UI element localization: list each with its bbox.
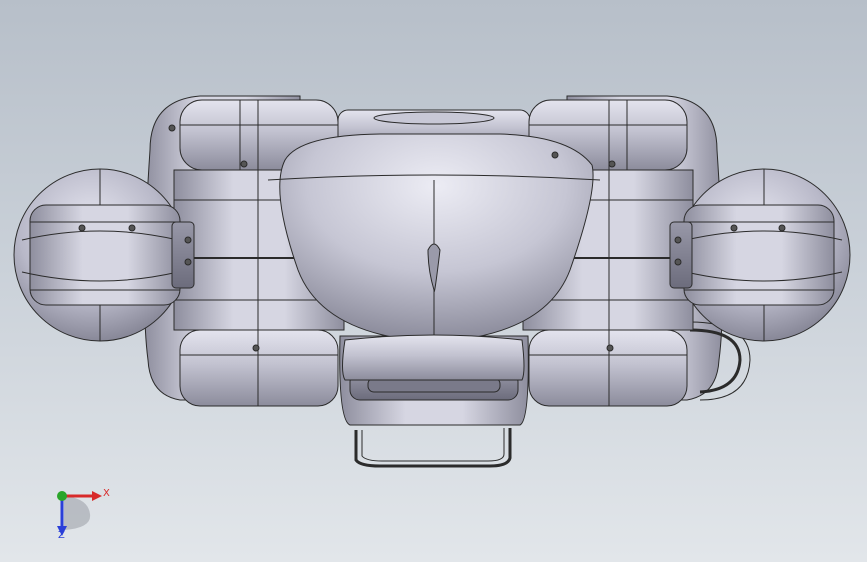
coordinate-triad: X Z (48, 484, 118, 550)
3d-model-robot[interactable] (0, 0, 867, 562)
graphics-viewport[interactable]: X Z (0, 0, 867, 562)
x-axis-label: X (103, 488, 110, 499)
z-axis-label: Z (58, 530, 65, 541)
